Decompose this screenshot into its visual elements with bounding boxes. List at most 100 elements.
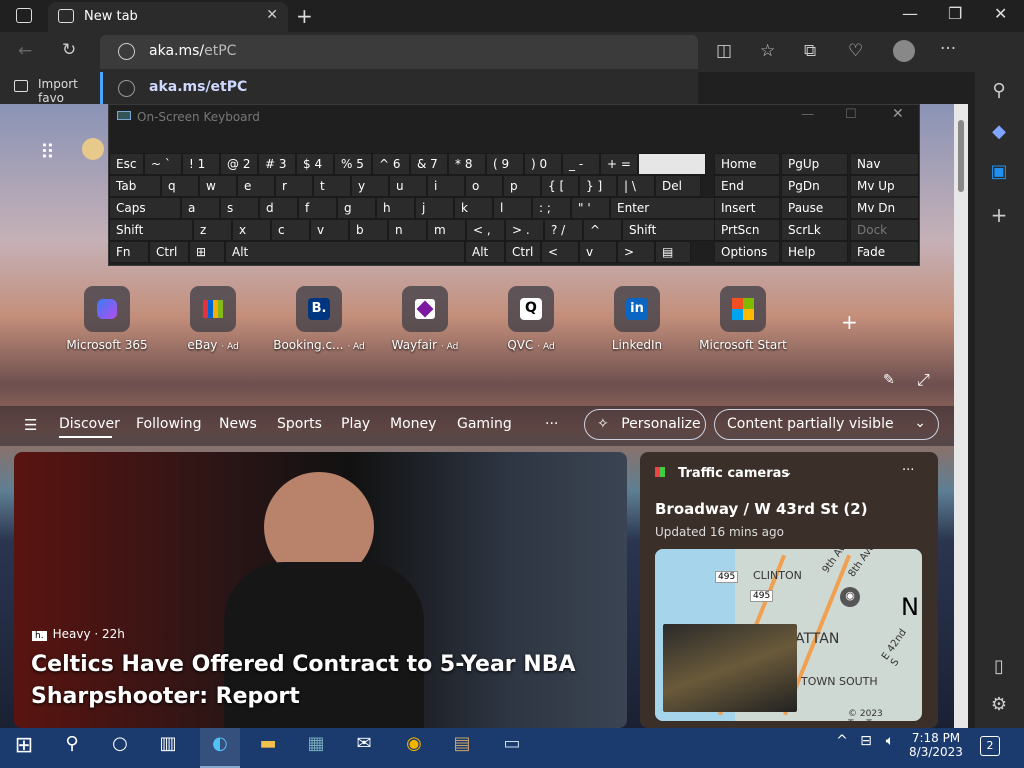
scrollbar-thumb[interactable] — [958, 120, 964, 192]
hamburger-menu-icon[interactable]: ☰ — [24, 416, 37, 434]
osk-key[interactable]: r — [275, 175, 313, 197]
windows-start-icon[interactable]: ⊞ — [8, 733, 40, 763]
osk-minimize-icon[interactable]: — — [801, 107, 814, 122]
traffic-map[interactable]: 495 495 CLINTON 9th Ave 8th Ave ◉ N ATTA… — [655, 549, 922, 721]
osk-key[interactable]: % 5 — [334, 153, 372, 175]
osk-close-icon[interactable]: ✕ — [892, 106, 904, 122]
file-explorer-icon[interactable]: ▬ — [252, 733, 284, 763]
osk-key[interactable]: Del — [655, 175, 701, 197]
hide-sidebar-icon[interactable]: ▯ — [987, 656, 1011, 680]
tab-sports[interactable]: Sports — [277, 416, 322, 432]
osk-nav-key[interactable]: Nav — [850, 153, 919, 175]
add-shortcut-icon[interactable]: + — [841, 310, 858, 334]
store-icon[interactable]: ▦ — [300, 733, 332, 763]
osk-maximize-icon[interactable]: ☐ — [845, 107, 857, 122]
osk-key[interactable]: j — [415, 197, 454, 219]
cortana-icon[interactable]: ○ — [104, 733, 136, 763]
osk-key[interactable]: c — [271, 219, 310, 241]
osk-nav-key[interactable]: Home — [714, 153, 780, 175]
osk-nav-key[interactable]: ScrLk — [781, 219, 848, 241]
refresh-icon[interactable]: ↻ — [62, 40, 76, 60]
osk-key[interactable]: : ; — [532, 197, 571, 219]
tab-play[interactable]: Play — [341, 416, 370, 432]
osk-key[interactable]: < , — [466, 219, 505, 241]
osk-key[interactable]: ~ ` — [144, 153, 182, 175]
osk-key[interactable]: t — [313, 175, 351, 197]
osk-key[interactable]: " ' — [571, 197, 610, 219]
osk-key[interactable]: Alt — [225, 241, 465, 263]
osk-key[interactable]: u — [389, 175, 427, 197]
osk-key[interactable]: & 7 — [410, 153, 448, 175]
osk-key[interactable]: x — [232, 219, 271, 241]
osk-key[interactable]: b — [349, 219, 388, 241]
osk-nav-key[interactable]: Dock — [850, 219, 919, 241]
osk-key[interactable]: $ 4 — [296, 153, 334, 175]
osk-key[interactable]: Alt — [465, 241, 505, 263]
osk-key[interactable]: o — [465, 175, 503, 197]
package-icon[interactable]: ▤ — [446, 733, 478, 763]
traffic-chevron-icon[interactable]: ⌄ — [782, 465, 793, 480]
osk-key[interactable]: Enter — [610, 197, 716, 219]
osk-key[interactable]: > . — [505, 219, 544, 241]
osk-key[interactable]: f — [298, 197, 337, 219]
osk-nav-key[interactable]: End — [714, 175, 780, 197]
minimize-icon[interactable]: — — [902, 4, 918, 23]
import-favorites-link[interactable]: Import favo — [38, 77, 100, 105]
traffic-more-icon[interactable]: ··· — [902, 463, 914, 478]
content-visibility-dropdown[interactable]: Content partially visible ⌄ — [714, 409, 939, 440]
weather-icon[interactable] — [82, 138, 104, 160]
quicklink-microsoft-start[interactable]: Microsoft Start — [693, 286, 793, 352]
osk-nav-key[interactable]: Mv Up — [850, 175, 919, 197]
add-sidebar-app-icon[interactable]: + — [987, 203, 1011, 227]
osk-key[interactable]: a — [181, 197, 220, 219]
osk-key[interactable]: # 3 — [258, 153, 296, 175]
close-window-icon[interactable]: ✕ — [994, 4, 1007, 23]
quicklink-wayfair[interactable]: Wayfair · Ad — [375, 286, 475, 352]
close-tab-icon[interactable]: ✕ — [266, 7, 278, 23]
osk-key[interactable]: Shift — [622, 219, 716, 241]
osk-key[interactable]: } ] — [579, 175, 617, 197]
osk-nav-key[interactable]: PgDn — [781, 175, 848, 197]
osk-key[interactable]: q — [161, 175, 199, 197]
osk-key[interactable]: ! 1 — [182, 153, 220, 175]
osk-key[interactable]: ^ 6 — [372, 153, 410, 175]
osk-key[interactable]: p — [503, 175, 541, 197]
osk-key[interactable]: Esc — [109, 153, 144, 175]
osk-key[interactable]: ) 0 — [524, 153, 562, 175]
osk-key[interactable]: Tab — [109, 175, 161, 197]
tab-gaming[interactable]: Gaming — [457, 416, 512, 432]
tab-following[interactable]: Following — [136, 416, 202, 432]
apps-launcher-icon[interactable]: ⠿ — [40, 140, 55, 164]
osk-nav-key[interactable]: Pause — [781, 197, 848, 219]
osk-key[interactable]: v — [310, 219, 349, 241]
page-scrollbar[interactable] — [954, 104, 968, 728]
camera-pin-icon[interactable]: ◉ — [840, 587, 860, 607]
osk-key[interactable]: w — [199, 175, 237, 197]
back-icon[interactable]: ← — [18, 41, 32, 61]
osk-key[interactable]: > — [617, 241, 655, 263]
osk-key[interactable]: i — [427, 175, 465, 197]
taskbar-search-icon[interactable]: ⚲ — [56, 733, 88, 763]
osk-nav-key[interactable]: Fade — [850, 241, 919, 263]
traffic-card[interactable]: Traffic cameras ⌄ ··· Broadway / W 43rd … — [640, 452, 938, 728]
expand-icon[interactable]: ⤢ — [917, 370, 930, 390]
osk-key[interactable]: m — [427, 219, 466, 241]
osk-key[interactable]: Caps — [109, 197, 181, 219]
osk-key[interactable]: d — [259, 197, 298, 219]
osk-key[interactable]: l — [493, 197, 532, 219]
address-suggestion[interactable]: aka.ms/etPC — [100, 72, 698, 104]
osk-key[interactable]: @ 2 — [220, 153, 258, 175]
osk-key[interactable]: | \ — [617, 175, 655, 197]
collections-icon[interactable]: ⧉ — [804, 41, 816, 61]
osk-nav-key[interactable]: Help — [781, 241, 848, 263]
more-tabs-icon[interactable]: ··· — [545, 416, 558, 432]
news-card[interactable]: h. Heavy · 22h Celtics Have Offered Contr… — [14, 452, 627, 728]
remote-desktop-icon[interactable]: ▭ — [496, 733, 528, 763]
tab-money[interactable]: Money — [390, 416, 436, 432]
quicklink-booking[interactable]: B. Booking.c... · Ad — [269, 286, 369, 352]
osk-key[interactable]: e — [237, 175, 275, 197]
osk-nav-key[interactable]: PgUp — [781, 153, 848, 175]
osk-key[interactable]: y — [351, 175, 389, 197]
profile-avatar[interactable] — [893, 40, 915, 62]
osk-key[interactable]: g — [337, 197, 376, 219]
